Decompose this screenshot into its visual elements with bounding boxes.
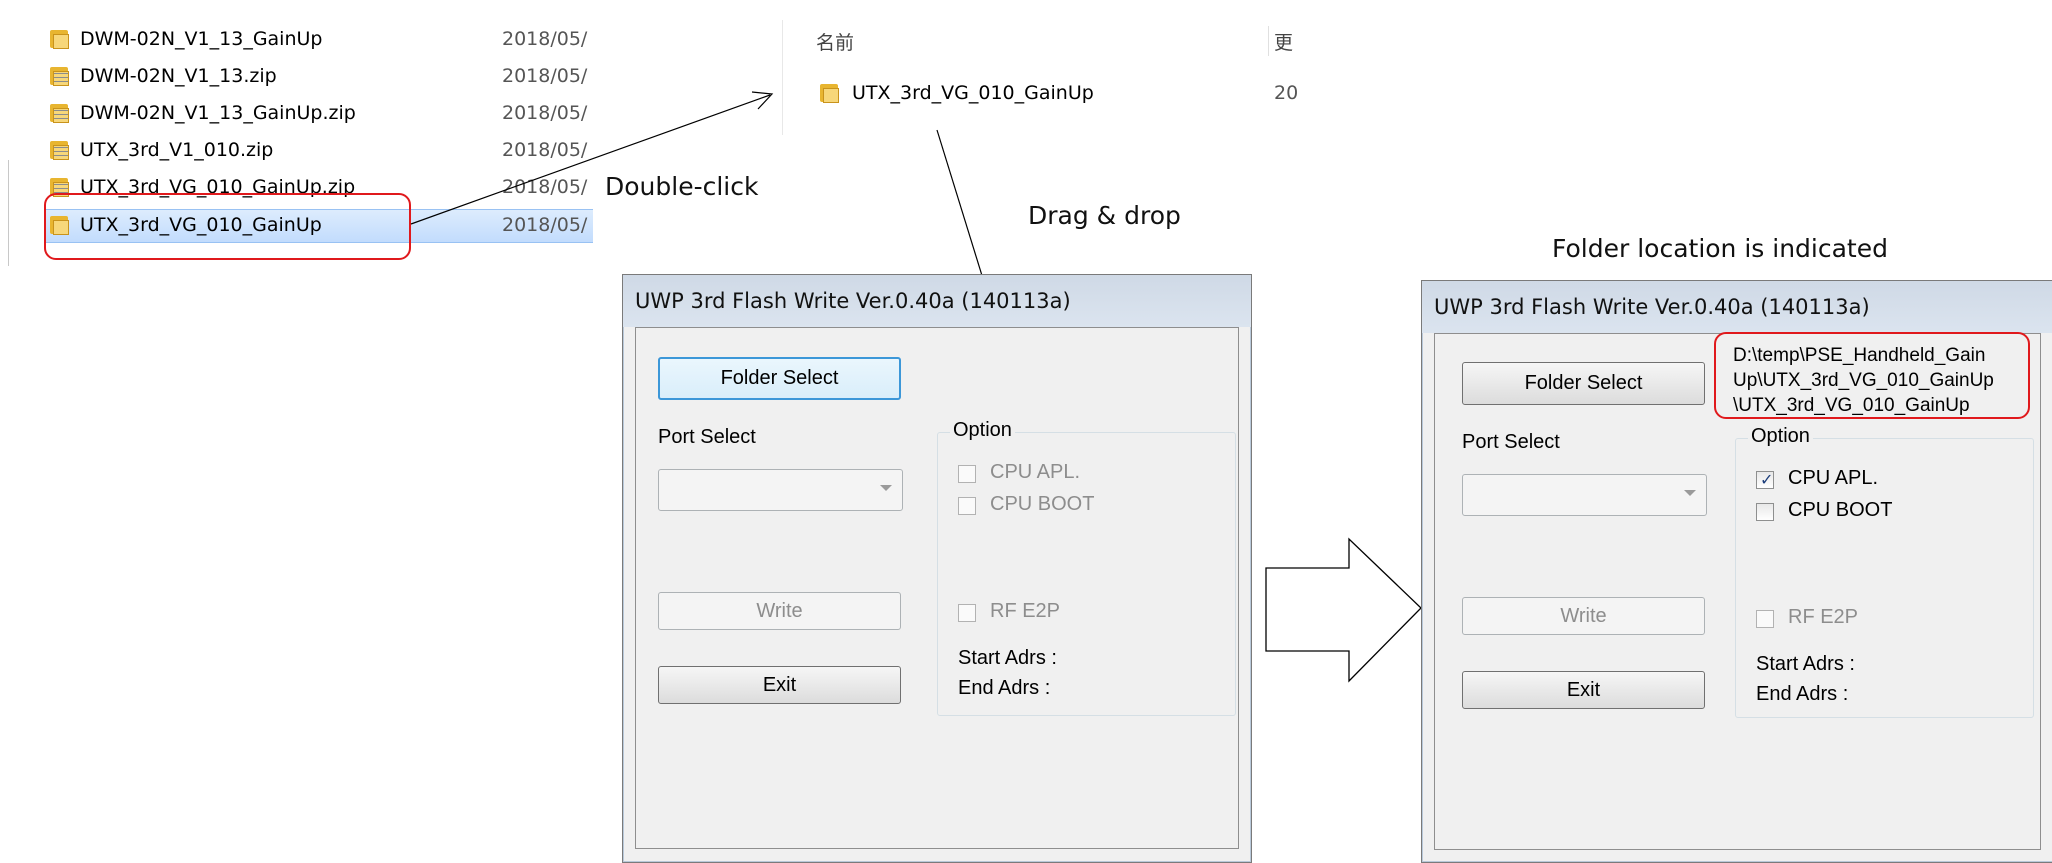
- cpu-apl-checkbox[interactable]: ✓: [1756, 470, 1774, 489]
- port-select-dropdown[interactable]: [658, 469, 903, 511]
- end-adrs-label: End Adrs :: [958, 677, 1051, 699]
- exit-button[interactable]: Exit: [1462, 671, 1705, 709]
- cpu-boot-checkbox[interactable]: [958, 497, 976, 515]
- rf-e2p-checkbox[interactable]: [958, 604, 976, 622]
- title-bar: UWP 3rd Flash Write Ver.0.40a (140113a): [1422, 281, 2052, 333]
- cpu-apl-label: CPU APL.: [1788, 467, 1879, 489]
- cpu-apl-checkbox[interactable]: [958, 465, 976, 483]
- dialog-client: Folder Select Port Select Write Exit Opt…: [635, 327, 1239, 849]
- write-button[interactable]: Write: [658, 592, 901, 630]
- chevron-down-icon: [1684, 490, 1696, 496]
- checkmark-icon: ✓: [1760, 470, 1774, 489]
- rf-e2p-checkbox[interactable]: [1756, 610, 1774, 628]
- window-title: UWP 3rd Flash Write Ver.0.40a (140113a): [635, 289, 1071, 313]
- window-title: UWP 3rd Flash Write Ver.0.40a (140113a): [1434, 295, 1870, 319]
- big-right-arrow-icon: [1265, 537, 1422, 683]
- port-select-label: Port Select: [1462, 431, 1560, 453]
- rf-e2p-label: RF E2P: [990, 600, 1061, 622]
- option-group-title: Option: [950, 419, 1015, 442]
- start-adrs-label: Start Adrs :: [1756, 653, 1855, 675]
- option-group: Option ✓ CPU APL. CPU BOOT RF E2P Start …: [1735, 425, 2034, 718]
- cpu-apl-label: CPU APL.: [990, 461, 1081, 483]
- exit-button[interactable]: Exit: [658, 666, 901, 704]
- cpu-boot-label: CPU BOOT: [990, 493, 1095, 515]
- rf-e2p-label: RF E2P: [1788, 606, 1859, 628]
- write-button[interactable]: Write: [1462, 597, 1705, 635]
- port-select-label: Port Select: [658, 426, 756, 448]
- port-select-dropdown[interactable]: [1462, 474, 1707, 516]
- option-group-title: Option: [1748, 425, 1813, 448]
- title-bar: UWP 3rd Flash Write Ver.0.40a (140113a): [623, 275, 1251, 327]
- end-adrs-label: End Adrs :: [1756, 683, 1849, 705]
- arrow-line: [410, 94, 771, 225]
- option-group: Option CPU APL. CPU BOOT RF E2P Start Ad…: [937, 419, 1236, 716]
- cpu-boot-label: CPU BOOT: [1788, 499, 1893, 521]
- start-adrs-label: Start Adrs :: [958, 647, 1057, 669]
- flash-write-dialog-before: UWP 3rd Flash Write Ver.0.40a (140113a) …: [622, 274, 1252, 863]
- cpu-boot-checkbox[interactable]: [1756, 503, 1774, 521]
- folder-select-button[interactable]: Folder Select: [658, 357, 901, 400]
- chevron-down-icon: [880, 485, 892, 491]
- folder-select-button[interactable]: Folder Select: [1462, 362, 1705, 405]
- path-highlight-box: [1714, 332, 2030, 419]
